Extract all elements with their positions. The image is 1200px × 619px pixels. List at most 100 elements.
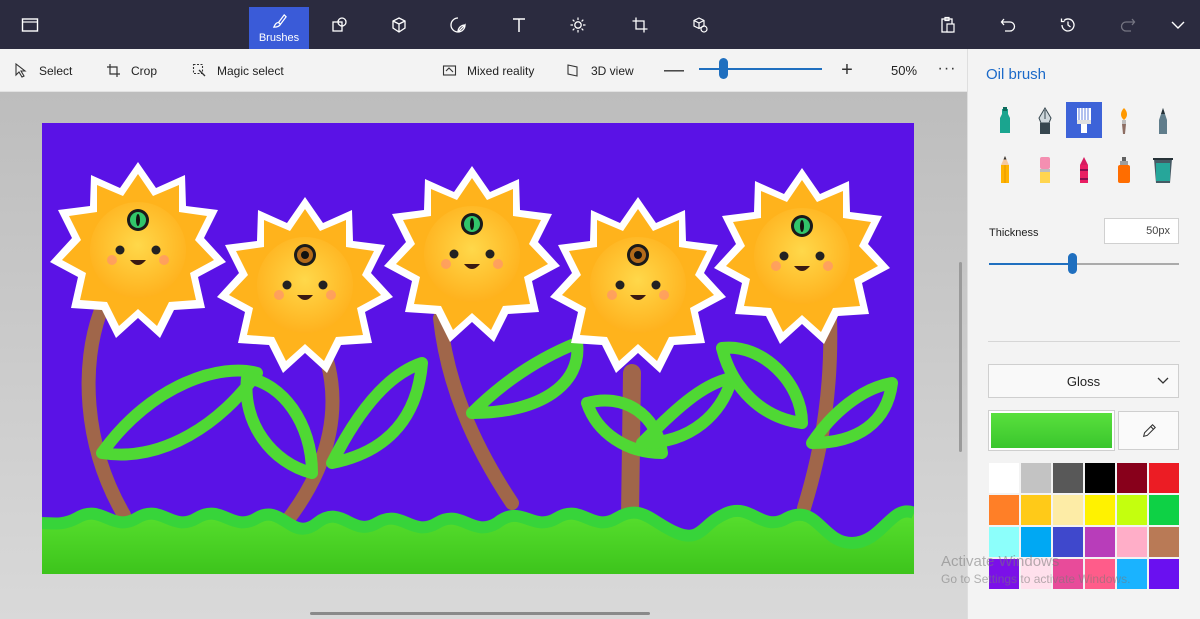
zoom-out-button[interactable]: —	[664, 56, 684, 84]
fill-tool[interactable]	[1145, 152, 1181, 188]
fill-bucket-icon	[1153, 158, 1173, 183]
color-swatch[interactable]	[1148, 462, 1180, 494]
flower-drawing	[42, 162, 914, 574]
crop-icon	[107, 64, 120, 77]
pencil-icon	[1001, 156, 1009, 183]
sun-flowers	[50, 162, 890, 373]
oil-brush-tool[interactable]	[1066, 102, 1102, 138]
color-swatch[interactable]	[1052, 558, 1084, 590]
color-swatch[interactable]	[1116, 494, 1148, 526]
magic-select-icon	[192, 63, 206, 77]
close-panel-icon[interactable]	[1164, 0, 1192, 49]
horizontal-scrollbar[interactable]	[310, 612, 650, 615]
color-swatch[interactable]	[1148, 526, 1180, 558]
color-swatch[interactable]	[1116, 558, 1148, 590]
color-swatch[interactable]	[988, 558, 1020, 590]
pixel-pen-tool[interactable]	[1145, 103, 1181, 139]
color-swatch[interactable]	[1084, 494, 1116, 526]
3d-shapes-icon[interactable]	[385, 0, 413, 49]
color-swatch[interactable]	[1020, 494, 1052, 526]
thickness-slider-fill	[989, 263, 1073, 265]
thickness-label: Thickness	[989, 227, 1039, 239]
3d-view-label: 3D view	[591, 63, 634, 78]
watercolor-icon	[1121, 108, 1127, 134]
text-icon[interactable]	[505, 0, 533, 49]
marker-icon	[1000, 107, 1010, 133]
panel-divider	[988, 341, 1180, 342]
leaves	[96, 337, 898, 479]
2d-shapes-icon[interactable]	[326, 0, 354, 49]
drawing-canvas[interactable]	[42, 123, 914, 574]
color-palette	[988, 462, 1180, 590]
redo-icon[interactable]	[1114, 0, 1142, 49]
panel-title: Oil brush	[986, 66, 1047, 83]
history-icon[interactable]	[1054, 0, 1082, 49]
color-swatch[interactable]	[1052, 462, 1084, 494]
color-swatch[interactable]	[1020, 462, 1052, 494]
eyedropper-button[interactable]	[1118, 411, 1179, 450]
select-arrow-icon	[15, 63, 27, 78]
calligraphy-pen-tool[interactable]	[1027, 103, 1063, 139]
magic-select-label: Magic select	[217, 63, 284, 78]
chevron-down-icon	[1157, 377, 1169, 384]
crayon-tool[interactable]	[1066, 152, 1102, 188]
eraser-tool[interactable]	[1027, 152, 1063, 188]
zoom-slider-thumb[interactable]	[719, 58, 729, 79]
grass	[42, 505, 914, 574]
zoom-in-button[interactable]: +	[837, 56, 857, 84]
color-swatch[interactable]	[1052, 494, 1084, 526]
color-swatch[interactable]	[1020, 526, 1052, 558]
mixed-reality-button[interactable]: Mixed reality	[442, 49, 534, 92]
watercolor-tool[interactable]	[1106, 103, 1142, 139]
thickness-input[interactable]: 50px	[1104, 218, 1179, 244]
color-swatch[interactable]	[988, 494, 1020, 526]
tab-brushes-label: Brushes	[258, 31, 300, 44]
canvas-icon[interactable]	[626, 0, 654, 49]
vertical-scrollbar[interactable]	[959, 262, 962, 452]
color-swatch[interactable]	[1084, 526, 1116, 558]
eyedropper-icon	[1142, 423, 1156, 437]
3d-view-button[interactable]: 3D view	[566, 49, 634, 92]
color-swatch[interactable]	[1084, 558, 1116, 590]
tab-brushes[interactable]: Brushes	[249, 7, 309, 49]
crop-button[interactable]: Crop	[106, 49, 157, 92]
pixel-pen-icon	[1159, 108, 1167, 134]
marker-tool[interactable]	[987, 103, 1023, 139]
zoom-percent[interactable]: 50%	[880, 49, 928, 92]
thickness-slider-thumb[interactable]	[1068, 253, 1078, 274]
more-options-button[interactable]: ···	[935, 49, 959, 92]
3d-library-icon[interactable]	[686, 0, 714, 49]
pencil-tool[interactable]	[987, 152, 1023, 188]
magic-select-button[interactable]: Magic select	[192, 49, 284, 92]
undo-icon[interactable]	[994, 0, 1022, 49]
crop-label: Crop	[131, 63, 158, 78]
spray-can-icon	[1118, 157, 1130, 183]
spray-can-tool[interactable]	[1106, 152, 1142, 188]
menu-icon[interactable]	[14, 0, 46, 49]
stickers-icon[interactable]	[444, 0, 472, 49]
top-toolbar: Brushes	[0, 0, 1200, 49]
color-swatch[interactable]	[1148, 558, 1180, 590]
select-label: Select	[39, 63, 73, 78]
brushes-icon	[272, 13, 287, 28]
color-swatch[interactable]	[1116, 526, 1148, 558]
3d-view-icon	[567, 64, 578, 77]
color-swatch[interactable]	[1052, 526, 1084, 558]
calligraphy-pen-icon	[1038, 107, 1052, 134]
select-button[interactable]: Select	[14, 49, 72, 92]
finish-dropdown-value: Gloss	[1066, 373, 1101, 389]
finish-dropdown[interactable]: Gloss	[988, 364, 1179, 398]
mixed-reality-icon	[442, 65, 457, 76]
current-color-swatch[interactable]	[988, 410, 1115, 451]
crayon-icon	[1080, 157, 1088, 183]
oil-brush-icon	[1077, 108, 1091, 133]
color-swatch[interactable]	[1020, 558, 1052, 590]
zoom-slider-track[interactable]	[699, 68, 822, 70]
color-swatch[interactable]	[988, 462, 1020, 494]
color-swatch[interactable]	[1148, 494, 1180, 526]
color-swatch[interactable]	[988, 526, 1020, 558]
color-swatch[interactable]	[1116, 462, 1148, 494]
color-swatch[interactable]	[1084, 462, 1116, 494]
paste-icon[interactable]	[934, 0, 962, 49]
effects-icon[interactable]	[564, 0, 592, 49]
